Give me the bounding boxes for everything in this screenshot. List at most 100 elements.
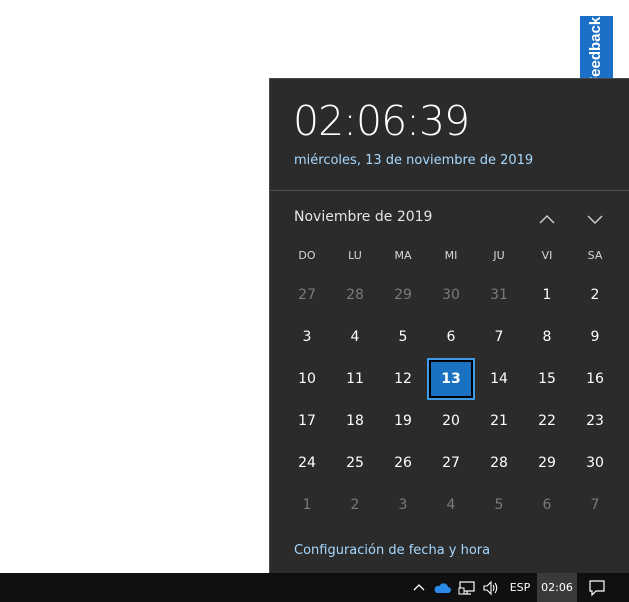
calendar-day[interactable]: 29: [379, 274, 427, 316]
onedrive-cloud-icon: [434, 582, 451, 593]
weekday-label: DO: [298, 249, 316, 262]
calendar-day[interactable]: 2: [331, 484, 379, 526]
volume-icon: [483, 580, 498, 595]
calendar-day[interactable]: 1: [523, 274, 571, 316]
network-button[interactable]: [456, 573, 478, 602]
calendar-day-label: 8: [542, 329, 552, 345]
weekday-header: DO LU MA MI JU VI SA: [283, 249, 619, 262]
date-time-settings-link[interactable]: Configuración de fecha y hora: [294, 543, 490, 558]
calendar-day-label: 18: [346, 413, 364, 429]
calendar-day[interactable]: 4: [331, 316, 379, 358]
divider: [270, 190, 629, 191]
calendar-day[interactable]: 5: [379, 316, 427, 358]
chevron-up-icon: [539, 215, 555, 224]
calendar-day-label: 26: [394, 455, 412, 471]
weekday-label: MA: [394, 249, 412, 262]
calendar-day[interactable]: 30: [427, 274, 475, 316]
calendar-day-label: 29: [394, 287, 412, 303]
calendar-day-label: 5: [398, 329, 408, 345]
taskbar: ESP 02:06: [0, 573, 629, 602]
calendar-day-label: 28: [346, 287, 364, 303]
calendar-day[interactable]: 16: [571, 358, 619, 400]
calendar-day[interactable]: 26: [379, 442, 427, 484]
calendar-day-today[interactable]: 13: [427, 358, 475, 400]
previous-month-button[interactable]: [533, 205, 561, 233]
weekday-label: LU: [348, 249, 362, 262]
chevron-up-icon: [413, 583, 425, 590]
calendar-day[interactable]: 28: [475, 442, 523, 484]
onedrive-button[interactable]: [431, 573, 453, 602]
calendar-day[interactable]: 6: [427, 316, 475, 358]
calendar-day[interactable]: 12: [379, 358, 427, 400]
weekday-label: JU: [493, 249, 505, 262]
calendar-day[interactable]: 10: [283, 358, 331, 400]
month-title[interactable]: Noviembre de 2019: [294, 209, 432, 225]
calendar-day-label: 27: [442, 455, 460, 471]
calendar-day[interactable]: 18: [331, 400, 379, 442]
calendar-day[interactable]: 17: [283, 400, 331, 442]
calendar-day-label: 22: [538, 413, 556, 429]
calendar-day[interactable]: 25: [331, 442, 379, 484]
feedback-label: Feedback: [587, 16, 604, 78]
calendar-flyout: 02:06:39 miércoles, 13 de noviembre de 2…: [269, 78, 629, 573]
calendar-day[interactable]: 5: [475, 484, 523, 526]
weekday-label: SA: [587, 249, 603, 262]
calendar-day[interactable]: 30: [571, 442, 619, 484]
calendar-day[interactable]: 3: [283, 316, 331, 358]
calendar-day-label: 20: [442, 413, 460, 429]
calendar-day[interactable]: 14: [475, 358, 523, 400]
calendar-day-label: 29: [538, 455, 556, 471]
calendar-day[interactable]: 19: [379, 400, 427, 442]
calendar-day[interactable]: 4: [427, 484, 475, 526]
taskbar-clock-button[interactable]: 02:06: [537, 573, 577, 602]
calendar-day-label: 16: [586, 371, 604, 387]
calendar-day[interactable]: 15: [523, 358, 571, 400]
show-hidden-icons-button[interactable]: [409, 573, 429, 602]
calendar-day[interactable]: 23: [571, 400, 619, 442]
calendar-day-label: 30: [442, 287, 460, 303]
calendar-day[interactable]: 29: [523, 442, 571, 484]
calendar-day[interactable]: 2: [571, 274, 619, 316]
action-center-button[interactable]: [582, 573, 612, 602]
network-icon: [458, 580, 475, 595]
calendar-day-label: 1: [542, 287, 552, 303]
calendar-day[interactable]: 7: [475, 316, 523, 358]
calendar-day[interactable]: 27: [427, 442, 475, 484]
weekday-label: MI: [444, 249, 458, 262]
calendar-day-label: 19: [394, 413, 412, 429]
calendar-day[interactable]: 3: [379, 484, 427, 526]
calendar-day[interactable]: 11: [331, 358, 379, 400]
long-date-link[interactable]: miércoles, 13 de noviembre de 2019: [294, 153, 533, 168]
calendar-day[interactable]: 28: [331, 274, 379, 316]
calendar-day-label: 27: [298, 287, 316, 303]
calendar-day[interactable]: 24: [283, 442, 331, 484]
calendar-day-label: 23: [586, 413, 604, 429]
calendar-day-label: 31: [490, 287, 508, 303]
calendar-day[interactable]: 1: [283, 484, 331, 526]
calendar-day-label: 7: [590, 497, 600, 513]
calendar-day[interactable]: 9: [571, 316, 619, 358]
calendar-day[interactable]: 8: [523, 316, 571, 358]
calendar-day-label: 1: [302, 497, 312, 513]
calendar-day[interactable]: 7: [571, 484, 619, 526]
calendar-day-label: 6: [446, 329, 456, 345]
calendar-day[interactable]: 20: [427, 400, 475, 442]
calendar-day-label: 3: [398, 497, 408, 513]
calendar-day[interactable]: 21: [475, 400, 523, 442]
calendar-day-label: 12: [394, 371, 412, 387]
calendar-day-label: 21: [490, 413, 508, 429]
volume-button[interactable]: [480, 573, 502, 602]
calendar-day-label: 13: [427, 358, 475, 400]
calendar-day[interactable]: 22: [523, 400, 571, 442]
calendar-day-label: 28: [490, 455, 508, 471]
calendar-day[interactable]: 31: [475, 274, 523, 316]
calendar-day[interactable]: 27: [283, 274, 331, 316]
calendar-day-label: 25: [346, 455, 364, 471]
calendar-day[interactable]: 6: [523, 484, 571, 526]
weekday-label: VI: [541, 249, 553, 262]
input-language-button[interactable]: ESP: [505, 573, 535, 602]
next-month-button[interactable]: [581, 205, 609, 233]
action-center-icon: [589, 579, 605, 596]
calendar-day-label: 4: [446, 497, 456, 513]
feedback-tab[interactable]: Feedback: [580, 16, 613, 78]
